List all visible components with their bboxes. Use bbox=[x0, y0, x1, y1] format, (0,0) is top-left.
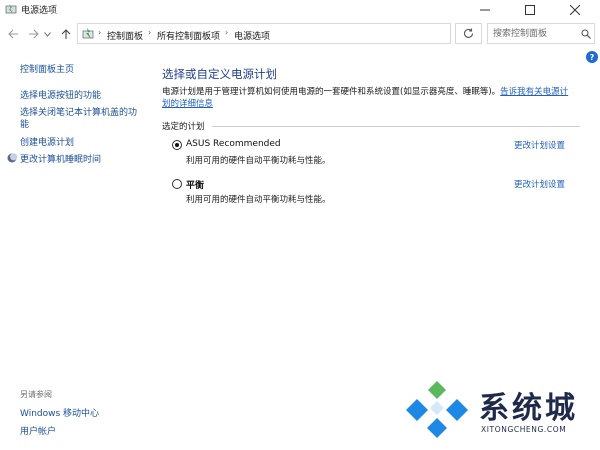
chevron-down-icon bbox=[43, 31, 51, 37]
control-panel-home-link[interactable]: 控制面板主页 bbox=[20, 62, 74, 75]
title-bar: 电源选项 bbox=[0, 0, 600, 19]
page-title: 选择或自定义电源计划 bbox=[162, 67, 277, 81]
breadcrumb-separator-icon: › bbox=[225, 28, 229, 37]
learn-more-link-line2[interactable]: 划的详细信息 bbox=[162, 99, 213, 109]
minimize-button[interactable] bbox=[463, 0, 507, 19]
breadcrumb-all-items[interactable]: 所有控制面板项 bbox=[157, 29, 220, 42]
search-box[interactable] bbox=[487, 23, 595, 44]
refresh-icon bbox=[464, 28, 474, 38]
lid-close-function-link-line2[interactable]: 能 bbox=[20, 117, 29, 130]
address-bar[interactable]: › 控制面板 › 所有控制面板项 › 电源选项 bbox=[77, 23, 523, 44]
search-icon[interactable] bbox=[581, 29, 591, 39]
refresh-button[interactable] bbox=[455, 23, 482, 44]
arrow-right-icon bbox=[28, 29, 39, 39]
window-title: 电源选项 bbox=[21, 6, 58, 16]
search-input[interactable] bbox=[493, 27, 577, 40]
selected-plan-group-label: 选定的计划 bbox=[162, 122, 205, 132]
user-accounts-link[interactable]: 用户帐户 bbox=[20, 424, 56, 437]
plan-description: 利用可用的硬件自动平衡功耗与性能。 bbox=[186, 156, 331, 166]
navigation-bar: › 控制面板 › 所有控制面板项 › 电源选项 bbox=[0, 21, 600, 47]
sleep-icon bbox=[7, 153, 17, 163]
learn-more-link[interactable]: 告诉我有关电源计 bbox=[500, 87, 568, 97]
watermark-logo-icon bbox=[406, 381, 468, 438]
minimize-icon bbox=[480, 9, 490, 10]
windows-mobility-center-link[interactable]: Windows 移动中心 bbox=[20, 406, 99, 419]
arrow-left-icon bbox=[7, 29, 18, 39]
description-text: 电源计划是用于管理计算机如何使用电源的一套硬件和系统设置(如显示器亮度、睡眠等)… bbox=[162, 87, 501, 97]
plan-radio-balanced[interactable] bbox=[172, 179, 182, 189]
change-plan-settings-link[interactable]: 更改计划设置 bbox=[514, 139, 565, 151]
breadcrumb-separator-icon: › bbox=[98, 28, 102, 37]
close-button[interactable] bbox=[553, 0, 597, 19]
breadcrumb-separator-icon: › bbox=[148, 28, 152, 37]
create-power-plan-link[interactable]: 创建电源计划 bbox=[20, 135, 74, 148]
power-button-function-link[interactable]: 选择电源按钮的功能 bbox=[20, 88, 101, 101]
watermark-subtext: XITONGCHENG.COM bbox=[481, 425, 567, 434]
breadcrumb-power-options[interactable]: 电源选项 bbox=[234, 29, 270, 42]
lid-close-function-link[interactable]: 选择关闭笔记本计算机盖的功 bbox=[20, 105, 137, 118]
watermark-text: 系统城 bbox=[479, 391, 578, 426]
forward-button[interactable] bbox=[27, 28, 39, 40]
change-sleep-time-link[interactable]: 更改计算机睡眠时间 bbox=[20, 152, 101, 165]
arrow-up-icon bbox=[61, 28, 71, 39]
recent-locations-button[interactable] bbox=[43, 28, 51, 40]
plan-description: 利用可用的硬件自动平衡功耗与性能。 bbox=[186, 195, 331, 205]
page-description: 电源计划是用于管理计算机如何使用电源的一套硬件和系统设置(如显示器亮度、睡眠等)… bbox=[162, 86, 568, 98]
maximize-icon bbox=[525, 4, 535, 15]
close-icon bbox=[570, 4, 580, 15]
maximize-button[interactable] bbox=[508, 0, 552, 19]
change-plan-settings-link[interactable]: 更改计划设置 bbox=[514, 178, 565, 190]
page-description-line2: 划的详细信息 bbox=[162, 98, 213, 110]
plan-radio-asus-recommended[interactable] bbox=[172, 140, 182, 150]
up-button[interactable] bbox=[60, 28, 72, 40]
power-options-icon bbox=[5, 4, 17, 14]
plan-name-asus-recommended[interactable]: ASUS Recommended bbox=[186, 139, 281, 149]
group-divider bbox=[212, 126, 580, 127]
back-button[interactable] bbox=[7, 28, 19, 40]
see-also-label: 另请参阅 bbox=[20, 390, 52, 399]
plan-name-balanced[interactable]: 平衡 bbox=[186, 178, 204, 191]
breadcrumb-control-panel[interactable]: 控制面板 bbox=[107, 29, 143, 42]
help-icon[interactable]: ? bbox=[586, 51, 598, 63]
control-panel-icon bbox=[82, 28, 94, 39]
